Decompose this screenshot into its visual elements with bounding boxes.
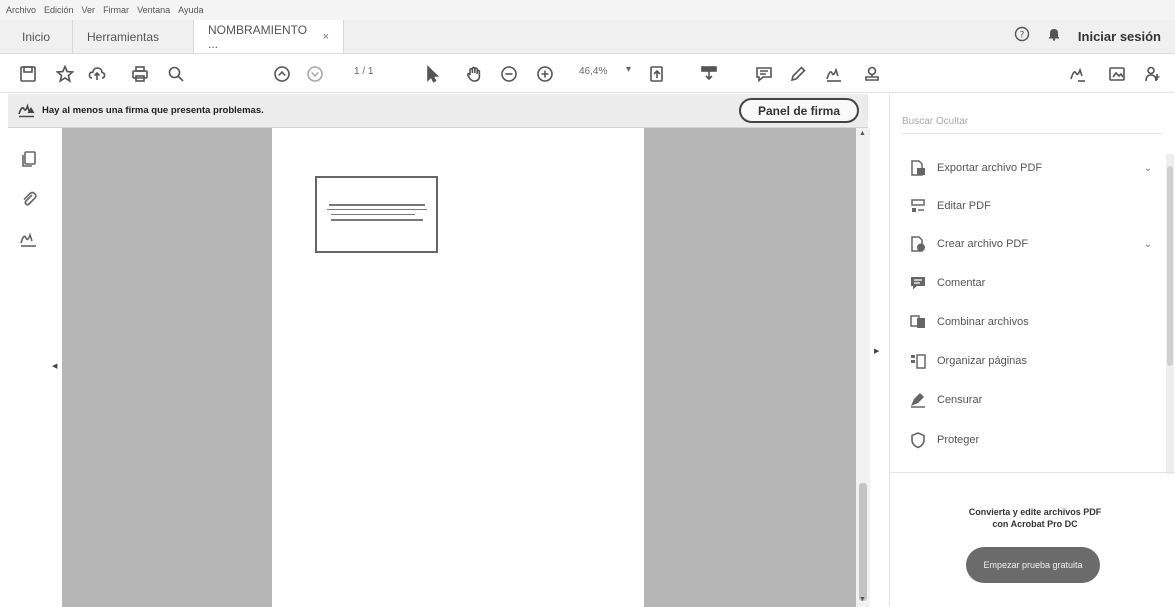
- promo-text: Convierta y edite archivos PDF con Acrob…: [930, 506, 1140, 530]
- signatures-panel-icon[interactable]: [18, 228, 40, 250]
- page-margin-left: [62, 128, 272, 607]
- tools-side-pane: Buscar Ocultar Exportar archivo PDF ⌄ Ed…: [889, 94, 1175, 607]
- tool-comment[interactable]: Comentar: [908, 271, 1158, 295]
- scroll-left-arrow-icon[interactable]: ◀: [52, 362, 57, 370]
- tools-list-scrollbar[interactable]: [1166, 154, 1174, 474]
- pane-divider: [890, 472, 1175, 473]
- tool-label: Comentar: [937, 277, 986, 289]
- chevron-down-icon[interactable]: ⌄: [1144, 163, 1152, 174]
- header-actions: ? Iniciar sesión: [1014, 20, 1175, 53]
- tool-create-pdf[interactable]: Crear archivo PDF ⌄: [908, 232, 1158, 256]
- tool-label: Crear archivo PDF: [937, 238, 1029, 250]
- menu-ventana[interactable]: Ventana: [137, 5, 170, 15]
- tab-home[interactable]: Inicio: [0, 20, 72, 53]
- tool-edit-pdf[interactable]: Editar PDF: [908, 194, 1158, 218]
- zoom-dropdown-chevron-icon[interactable]: ▾: [626, 64, 631, 75]
- zoom-in-icon[interactable]: [533, 62, 557, 86]
- zoom-out-icon[interactable]: [497, 62, 521, 86]
- tool-label: Editar PDF: [937, 200, 991, 212]
- menu-firmar[interactable]: Firmar: [103, 5, 129, 15]
- help-icon[interactable]: ?: [1014, 26, 1030, 47]
- free-trial-button[interactable]: Empezar prueba gratuita: [966, 547, 1100, 583]
- fill-sign-icon[interactable]: [1066, 62, 1090, 86]
- export-pdf-icon: [908, 158, 928, 178]
- document-vertical-scrollbar[interactable]: ▲ ▼: [856, 128, 870, 607]
- tool-protect[interactable]: Proteger: [908, 428, 1158, 452]
- menu-ayuda[interactable]: Ayuda: [178, 5, 203, 15]
- redact-icon: [908, 390, 928, 410]
- tool-label: Censurar: [937, 394, 983, 406]
- print-icon[interactable]: [128, 62, 152, 86]
- comment-tool-icon[interactable]: [752, 62, 776, 86]
- upload-cloud-icon[interactable]: [85, 62, 109, 86]
- page-margin-right: [644, 128, 858, 607]
- page-down-icon[interactable]: [303, 62, 327, 86]
- page-up-icon[interactable]: [270, 62, 294, 86]
- tab-tools[interactable]: Herramientas: [72, 20, 194, 53]
- tool-redact[interactable]: Censurar: [908, 388, 1158, 412]
- share-user-icon[interactable]: [1141, 62, 1165, 86]
- tab-document-label: NOMBRAMIENTO ...: [208, 22, 308, 51]
- stamp-icon[interactable]: [860, 62, 884, 86]
- select-cursor-icon[interactable]: [420, 62, 444, 86]
- promo-line-2: con Acrobat Pro DC: [992, 519, 1078, 529]
- menu-ver[interactable]: Ver: [82, 5, 96, 15]
- tool-combine-files[interactable]: Combinar archivos: [908, 310, 1158, 334]
- organize-icon: [908, 351, 928, 371]
- document-page-thumbnail[interactable]: [315, 176, 438, 253]
- page-indicator[interactable]: 1 / 1: [354, 66, 373, 77]
- signature-notice-bar: Hay al menos una firma que presenta prob…: [8, 94, 868, 128]
- comment-icon: [908, 273, 928, 293]
- edit-pdf-icon: [908, 196, 928, 216]
- hand-tool-icon[interactable]: [462, 62, 486, 86]
- close-tab-icon[interactable]: ×: [323, 31, 329, 43]
- tool-export-pdf[interactable]: Exportar archivo PDF ⌄: [908, 156, 1158, 180]
- tool-label: Combinar archivos: [937, 316, 1029, 328]
- chevron-down-icon[interactable]: ⌄: [1144, 239, 1152, 250]
- menu-edicion[interactable]: Edición: [44, 5, 74, 15]
- create-pdf-icon: [908, 234, 928, 254]
- tab-document[interactable]: NOMBRAMIENTO ... ×: [194, 20, 344, 53]
- document-viewer[interactable]: [60, 128, 870, 607]
- page-fit-icon[interactable]: [645, 62, 669, 86]
- pages-thumbnails-icon[interactable]: [18, 148, 40, 170]
- promo-line-1: Convierta y edite archivos PDF: [968, 507, 1102, 517]
- protect-icon: [908, 430, 928, 450]
- scroll-mode-icon[interactable]: [697, 62, 721, 86]
- collapse-pane-arrow-icon[interactable]: ▶: [874, 347, 879, 355]
- menu-archivo[interactable]: Archivo: [6, 5, 36, 15]
- tool-organize-pages[interactable]: Organizar páginas: [908, 349, 1158, 373]
- tool-label: Organizar páginas: [937, 355, 1027, 367]
- signature-panel-button[interactable]: Panel de firma: [739, 98, 859, 123]
- zoom-level[interactable]: 46,4%: [579, 66, 607, 77]
- scroll-down-arrow-icon[interactable]: ▼: [859, 596, 866, 603]
- tab-bar: Inicio Herramientas NOMBRAMIENTO ... × ?…: [0, 20, 1175, 54]
- signature-warning-icon: [18, 102, 36, 121]
- menu-bar: Archivo Edición Ver Firmar Ventana Ayuda: [0, 0, 1175, 20]
- scroll-up-arrow-icon[interactable]: ▲: [859, 130, 866, 137]
- star-icon[interactable]: [53, 62, 77, 86]
- sign-icon[interactable]: [822, 62, 846, 86]
- tool-label: Exportar archivo PDF: [937, 162, 1043, 174]
- bell-icon[interactable]: [1046, 26, 1062, 47]
- scrollbar-thumb[interactable]: [859, 483, 867, 601]
- tool-label: Proteger: [937, 434, 980, 446]
- search-icon[interactable]: [164, 62, 188, 86]
- attachments-icon[interactable]: [18, 188, 40, 210]
- sign-in-link[interactable]: Iniciar sesión: [1078, 29, 1161, 44]
- pen-icon[interactable]: [786, 62, 810, 86]
- tools-search-input[interactable]: Buscar Ocultar: [902, 112, 1162, 134]
- tools-list-scroll-thumb[interactable]: [1167, 166, 1173, 366]
- svg-text:?: ?: [1020, 31, 1025, 41]
- export-image-icon[interactable]: [1105, 62, 1129, 86]
- signature-notice-text: Hay al menos una firma que presenta prob…: [42, 105, 264, 116]
- combine-icon: [908, 312, 928, 332]
- save-icon[interactable]: [16, 62, 40, 86]
